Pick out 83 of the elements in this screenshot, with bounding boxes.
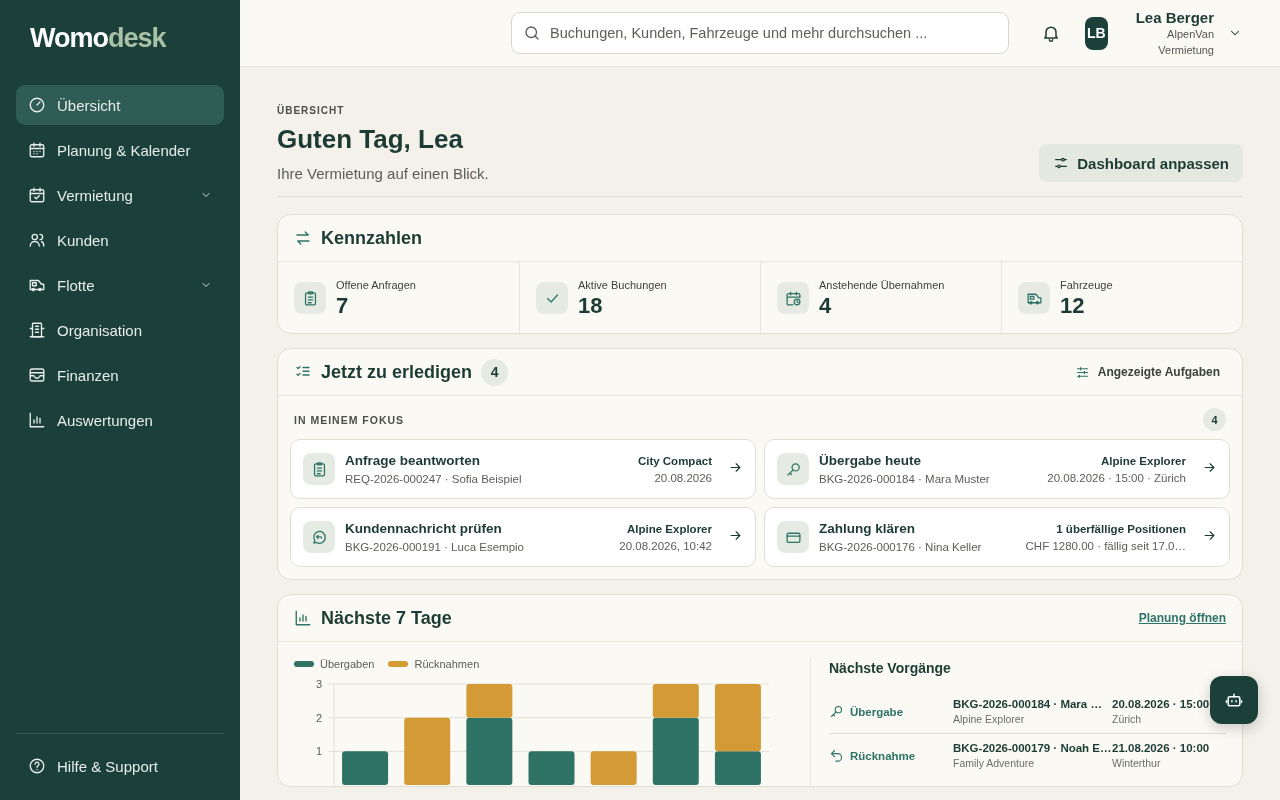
message-icon (310, 528, 328, 546)
legend-label: Rücknahmen (414, 658, 480, 670)
breadcrumb: ÜBERSICHT (277, 105, 346, 116)
legend-label: Übergaben (320, 658, 375, 670)
chart-bar (528, 751, 575, 785)
bar-chart-icon (28, 411, 46, 429)
assistant-button[interactable] (1210, 676, 1258, 724)
event-type: Rücknahme (829, 748, 953, 763)
chart-bar (342, 751, 389, 785)
chart-bar (590, 751, 637, 785)
card-title: Jetzt zu erledigen (321, 361, 473, 383)
event-time: 20.08.2026 · 15:00 (1112, 698, 1211, 710)
bar-chart-icon (294, 609, 312, 627)
section-label: IN MEINEM FOKUS (294, 413, 405, 426)
user-name: Lea Berger (1135, 8, 1214, 26)
kpi-label: Offene Anfragen (336, 279, 416, 291)
sidebar-item[interactable]: Organisation (16, 310, 224, 350)
kpi-value: 7 (336, 293, 350, 319)
sidebar-item[interactable]: Auswertungen (16, 400, 224, 440)
key-icon (829, 704, 844, 719)
undo-icon (829, 748, 844, 763)
y-tick-label: 1 (315, 745, 322, 758)
event-type: Übergabe (829, 704, 953, 719)
page-title: Guten Tag, Lea (277, 124, 464, 155)
booking-ref: BKG-2026-000179 · Noah E… (953, 742, 1112, 754)
task-card[interactable]: Kundennachricht prüfen BKG-2026-000191 · Luca Esempio Alpine Explorer 20.08.2026, 10:42 (290, 507, 756, 567)
search-icon (523, 24, 541, 42)
y-tick-label: 3 (315, 678, 322, 690)
card-title: Kennzahlen (321, 227, 422, 249)
task-count: 4 (481, 358, 509, 386)
sidebar-item[interactable]: Planung & Kalender (16, 130, 224, 170)
page-subtitle: Ihre Vermietung auf einen Blick. (277, 165, 489, 182)
planning-link[interactable]: Planung öffnen (1138, 611, 1226, 625)
sidebar-item[interactable]: Übersicht (16, 85, 224, 125)
event-place: Zürich (1112, 713, 1143, 725)
help-link[interactable]: Hilfe & Support (16, 746, 224, 786)
vehicle-name: Family Adventure (953, 757, 1036, 769)
filter-button[interactable]: Angezeigte Aufgaben (1068, 364, 1226, 380)
key-icon (784, 460, 802, 478)
section-count: 4 (1203, 408, 1226, 431)
arrow-right-icon (728, 460, 743, 475)
calendar-clock-icon (784, 289, 802, 307)
vehicle-name: Alpine Explorer (953, 713, 1026, 725)
logo[interactable]: Womodesk (16, 0, 224, 76)
swap-arrows-icon (294, 229, 312, 247)
user-avatar[interactable]: LB (1085, 16, 1108, 50)
building-icon (28, 321, 46, 339)
calendar-check-icon (28, 186, 46, 204)
kpi-value: 4 (819, 293, 833, 319)
gauge-icon (28, 96, 46, 114)
y-tick-label: 2 (315, 711, 322, 724)
kpi-value: 12 (1060, 293, 1086, 319)
sidebar-item[interactable]: Finanzen (16, 355, 224, 395)
kpi-label: Aktive Buchungen (578, 279, 667, 291)
customize-dashboard-button[interactable]: Dashboard anpassen (1039, 144, 1243, 182)
calendar-icon (28, 141, 46, 159)
legend-swatch (388, 661, 409, 667)
booking-ref: BKG-2026-000184 · Mara … (953, 698, 1103, 710)
chart-bar (404, 717, 451, 785)
sliders-icon (1053, 155, 1070, 171)
kpi-label: Anstehende Übernahmen (819, 279, 945, 291)
list-title: Nächste Vorgänge (829, 660, 952, 676)
task-card[interactable]: Zahlung klären BKG-2026-000176 · Nina Keller 1 überfällige Positionen CHF 1280.00 · fällig seit 17.0… (764, 507, 1230, 567)
inbox-icon (28, 366, 46, 384)
search-field[interactable]: Buchungen, Kunden, Fahrzeuge und mehr durchsuchen ... (511, 12, 1009, 54)
sidebar-item[interactable]: Flotte (16, 265, 224, 305)
arrow-right-icon (728, 528, 743, 543)
organization-name: AlpenVan Vermietung (1157, 26, 1214, 58)
users-icon (28, 231, 46, 249)
sidebar-item[interactable]: Vermietung (16, 175, 224, 215)
card-title: Nächste 7 Tage (321, 607, 452, 629)
help-icon (28, 757, 46, 775)
task-card[interactable]: Übergabe heute BKG-2026-000184 · Mara Muster Alpine Explorer 20.08.2026 · 15:00 · Zürich (764, 439, 1230, 499)
arrow-right-icon (1202, 528, 1217, 543)
sidebar-item[interactable]: Kunden (16, 220, 224, 260)
event-time: 21.08.2026 · 10:00 (1112, 742, 1211, 754)
task-card[interactable]: Anfrage beantworten REQ-2026-000247 · Sofia Beispiel City Compact 20.08.2026 (290, 439, 756, 499)
legend-swatch (294, 661, 314, 667)
event-place: Winterthur (1112, 757, 1162, 769)
sliders-icon (1074, 364, 1090, 380)
arrow-right-icon (1202, 460, 1217, 475)
kpi-value: 18 (578, 293, 604, 319)
kpi-label: Fahrzeuge (1060, 279, 1113, 291)
